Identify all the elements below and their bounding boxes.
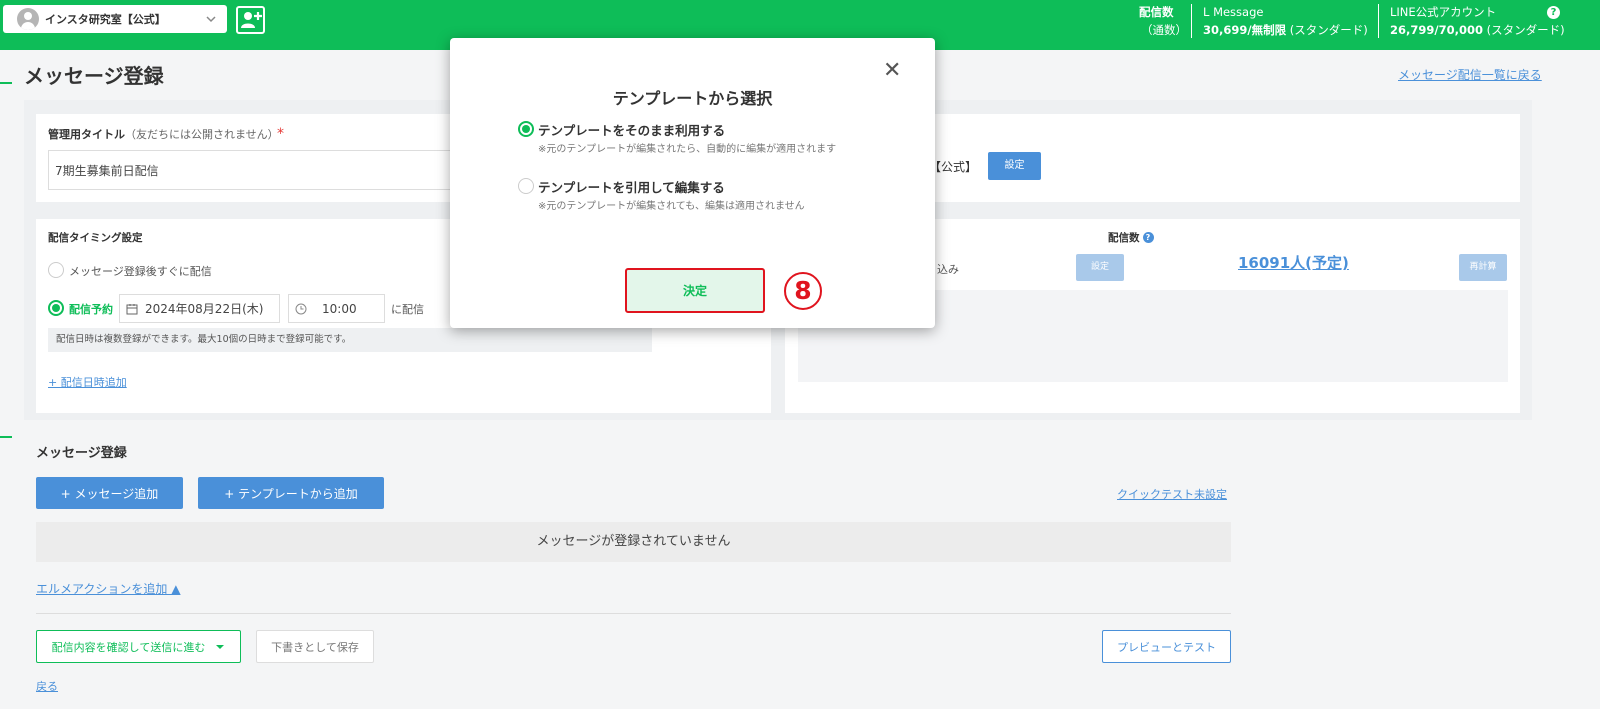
quick-test-link[interactable]: クイックテスト未設定	[1117, 486, 1227, 502]
calendar-icon	[126, 303, 138, 314]
add-from-template-button[interactable]: + テンプレートから追加	[198, 477, 384, 509]
caret-down-icon	[216, 644, 225, 649]
line-account-usage: LINE公式アカウント 26,799/70,000 (スタンダード)	[1390, 5, 1565, 37]
divider	[1191, 4, 1192, 38]
sender-set-button[interactable]: 設定	[988, 152, 1041, 180]
lmessage-usage: L Message 30,699/無制限 (スタンダード)	[1203, 5, 1368, 37]
scheduled-radio[interactable]	[48, 300, 64, 316]
use-as-is-radio[interactable]	[518, 121, 534, 137]
immediate-radio[interactable]	[48, 262, 64, 278]
time-suffix: に配信	[391, 303, 424, 316]
divider	[36, 613, 1231, 614]
filter-set-button[interactable]: 設定	[1076, 254, 1124, 281]
immediate-label: メッセージ登録後すぐに配信	[69, 265, 212, 278]
admin-title-input[interactable]: 7期生募集前日配信	[48, 150, 468, 190]
preview-test-button[interactable]: プレビューとテスト	[1102, 630, 1231, 663]
message-section-title: メッセージ登録	[36, 446, 127, 461]
recalculate-button[interactable]: 再計算	[1459, 254, 1507, 281]
quote-edit-label[interactable]: テンプレートを引用して編集する	[538, 177, 725, 196]
account-name: インスタ研究室【公式】	[45, 13, 166, 26]
use-as-is-label[interactable]: テンプレートをそのまま利用する	[538, 120, 725, 139]
add-message-button[interactable]: + メッセージ追加	[36, 477, 183, 509]
delivery-count-header: 配信数 （通数）	[1139, 5, 1187, 37]
sender-account-name: 【公式】	[929, 160, 978, 174]
count-label: 配信数?	[1108, 230, 1154, 245]
recipient-count[interactable]: 16091人(予定)	[1238, 252, 1349, 273]
sidebar-marker	[0, 82, 12, 84]
modal-title: テンプレートから選択	[612, 89, 773, 108]
add-action-link[interactable]: エルメアクションを追加 ▲	[36, 580, 180, 597]
add-friend-button[interactable]	[236, 6, 265, 34]
quote-edit-radio[interactable]	[518, 178, 534, 194]
back-to-list-link[interactable]: メッセージ配信一覧に戻る	[1398, 66, 1542, 83]
add-datetime-link[interactable]: + 配信日時追加	[48, 374, 127, 390]
date-input[interactable]: 2024年08月22日(木)	[119, 294, 280, 323]
step-number-badge: 8	[784, 272, 822, 310]
timing-heading: 配信タイミング設定	[48, 232, 143, 244]
timing-note: 配信日時は複数登録ができます。最大10個の日時まで登録可能です。	[48, 328, 652, 352]
admin-title-label: 管理用タイトル（友だちには公開されません）	[48, 128, 279, 141]
decide-button[interactable]: 決定	[625, 268, 765, 313]
help-icon[interactable]: ?	[1547, 6, 1560, 19]
divider	[1378, 4, 1379, 38]
quote-edit-note: ※元のテンプレートが編集されても、編集は適用されません	[538, 201, 805, 212]
page-title: メッセージ登録	[24, 64, 164, 88]
sidebar-marker	[0, 436, 12, 438]
required-mark: *	[277, 126, 284, 142]
chevron-down-icon	[206, 16, 216, 23]
save-draft-button[interactable]: 下書きとして保存	[256, 630, 374, 663]
scheduled-label: 配信予約	[69, 303, 113, 316]
use-as-is-note: ※元のテンプレートが編集されたら、自動的に編集が適用されます	[538, 144, 837, 155]
clock-icon	[295, 303, 307, 314]
close-icon[interactable]: ✕	[883, 60, 901, 82]
back-link[interactable]: 戻る	[36, 678, 58, 694]
template-select-modal: テンプレートから選択 ✕ テンプレートをそのまま利用する ※元のテンプレートが編…	[450, 38, 935, 328]
account-selector[interactable]: インスタ研究室【公式】	[3, 5, 227, 33]
confirm-send-button[interactable]: 配信内容を確認して送信に進む	[36, 630, 241, 663]
time-input[interactable]: 10:00	[288, 294, 385, 323]
add-user-icon	[241, 12, 262, 28]
question-icon[interactable]: ?	[1142, 232, 1154, 243]
avatar	[17, 8, 39, 30]
empty-message-placeholder: メッセージが登録されていません	[36, 522, 1231, 562]
